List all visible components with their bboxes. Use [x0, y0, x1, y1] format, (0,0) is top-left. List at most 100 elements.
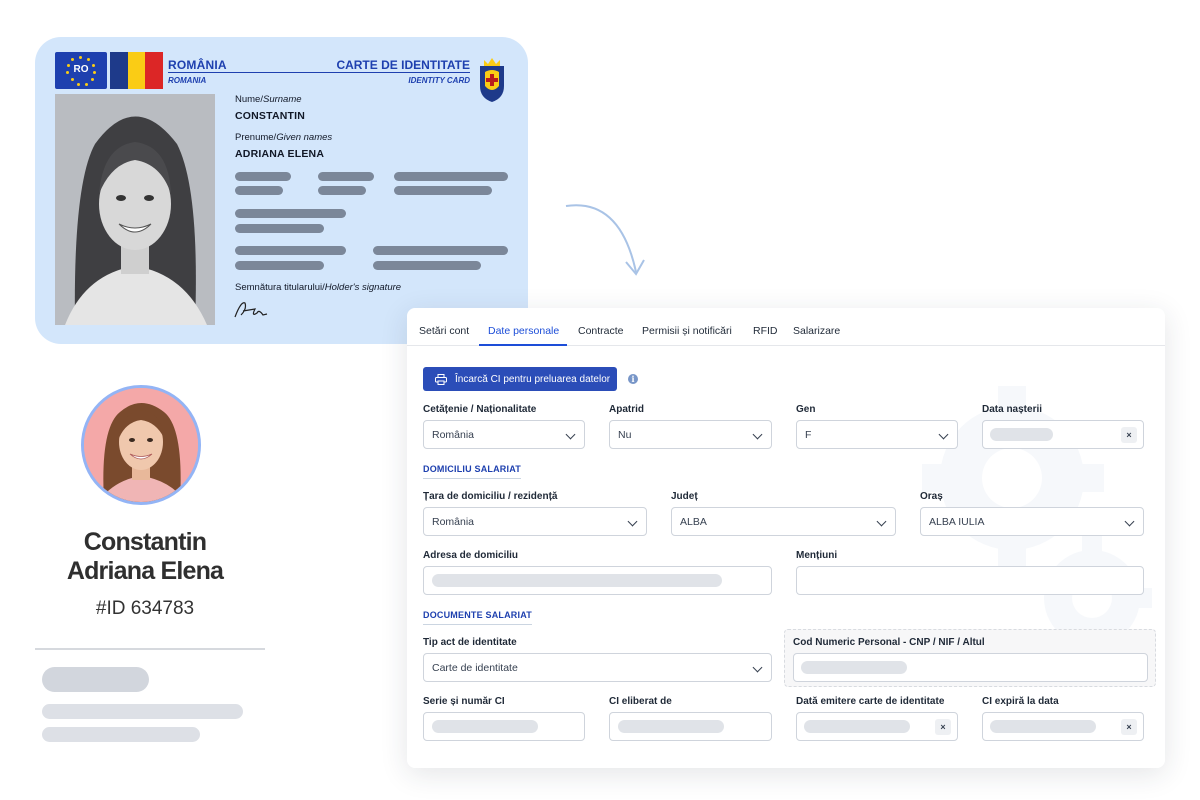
issued-by-label: CI eliberat de — [609, 696, 672, 707]
tab-personal-data[interactable]: Date personale — [488, 325, 559, 337]
issued-by-input[interactable] — [609, 712, 772, 741]
redacted-bar — [394, 172, 508, 181]
redacted-value — [804, 720, 910, 733]
coat-of-arms-icon — [480, 58, 504, 102]
chevron-down-icon — [938, 429, 949, 440]
tab-bar: Setări cont Date personale Contracte Per… — [407, 308, 1165, 346]
employee-form-panel: Setări cont Date personale Contracte Per… — [407, 308, 1165, 768]
profile-name: Constantin Adriana Elena — [20, 528, 270, 586]
chevron-down-icon — [565, 429, 576, 440]
redacted-value — [618, 720, 724, 733]
given-names-value: ADRIANA ELENA — [235, 148, 325, 160]
stateless-select[interactable]: Nu — [609, 420, 772, 449]
profile-divider — [35, 648, 265, 650]
profile-name-line1: Constantin — [83, 528, 207, 556]
printer-icon — [435, 373, 447, 385]
city-select[interactable]: ALBA IULIA — [920, 507, 1144, 536]
id-photo — [55, 94, 215, 325]
tab-payroll[interactable]: Salarizare — [793, 325, 840, 337]
id-type-value: Carte de identitate — [432, 661, 518, 674]
tab-contracts[interactable]: Contracte — [578, 325, 624, 337]
issue-date-label: Dată emitere carte de identitate — [796, 696, 945, 707]
clear-icon[interactable]: × — [935, 719, 951, 735]
redacted-bar — [235, 186, 283, 195]
upload-id-button-label: Încarcă CI pentru preluarea datelor — [455, 373, 611, 385]
romania-flag-icon — [110, 52, 164, 89]
redacted-bar — [373, 261, 481, 270]
info-icon[interactable]: i — [628, 374, 638, 384]
card-country: ROMÂNIA — [168, 58, 227, 72]
redacted-bar — [235, 209, 346, 218]
gender-label: Gen — [796, 404, 816, 415]
chevron-down-icon — [752, 429, 763, 440]
surname-value: CONSTANTIN — [235, 110, 306, 122]
address-label: Adresa de domiciliu — [423, 550, 519, 561]
city-label: Oraș — [920, 491, 943, 502]
redacted-bar — [394, 186, 492, 195]
notes-label: Mențiuni — [796, 550, 838, 561]
section-documents: DOCUMENTE SALARIAT — [423, 610, 532, 625]
signature-icon — [234, 302, 268, 318]
eu-flag-icon: RO — [55, 52, 107, 89]
expiry-date-input[interactable]: × — [982, 712, 1144, 741]
county-select[interactable]: ALBA — [671, 507, 896, 536]
citizenship-value: România — [432, 428, 475, 441]
residence-country-select[interactable]: România — [423, 507, 647, 536]
redacted-bar — [235, 261, 324, 270]
redacted-value — [801, 661, 907, 674]
card-header-divider — [168, 72, 470, 73]
id-card: RO ROMÂNIA ROMANIA CARTE DE IDENTITATE I… — [35, 37, 528, 344]
arrow-icon — [565, 204, 645, 276]
redacted-bar — [235, 172, 291, 181]
redacted-value — [432, 720, 538, 733]
redacted-value — [432, 574, 722, 587]
chevron-down-icon — [876, 516, 887, 527]
county-value: ALBA — [680, 515, 707, 528]
residence-country-value: România — [432, 515, 475, 528]
skeleton-line — [42, 727, 200, 742]
stage: RO ROMÂNIA ROMANIA CARTE DE IDENTITATE I… — [0, 0, 1200, 800]
tab-rfid[interactable]: RFID — [753, 325, 778, 337]
citizenship-label: Cetățenie / Naționalitate — [423, 404, 537, 415]
tab-account-settings[interactable]: Setări cont — [419, 325, 469, 337]
id-type-label: Tip act de identitate — [423, 637, 517, 648]
cnp-label: Cod Numeric Personal - CNP / NIF / Altul — [793, 637, 985, 648]
stateless-label: Apatrid — [609, 404, 644, 415]
city-value: ALBA IULIA — [929, 515, 985, 528]
redacted-bar — [373, 246, 508, 255]
redacted-value — [990, 720, 1096, 733]
given-names-label: Prenume/Given names — [235, 132, 333, 143]
county-label: Județ — [671, 491, 698, 502]
clear-icon[interactable]: × — [1121, 427, 1137, 443]
notes-input[interactable] — [796, 566, 1144, 595]
citizenship-select[interactable]: România — [423, 420, 585, 449]
redacted-value — [990, 428, 1053, 441]
redacted-bar — [318, 172, 374, 181]
upload-id-button[interactable]: Încarcă CI pentru preluarea datelor — [423, 367, 617, 391]
redacted-bar — [235, 246, 346, 255]
series-input[interactable] — [423, 712, 585, 741]
gender-value: F — [805, 428, 812, 441]
profile-id: #ID 634783 — [95, 598, 195, 619]
chevron-down-icon — [627, 516, 638, 527]
gender-select[interactable]: F — [796, 420, 958, 449]
section-domicile: DOMICILIU SALARIAT — [423, 464, 521, 479]
series-label: Serie și număr CI — [423, 696, 505, 707]
signature-label: Semnătura titularului/Holder's signature — [235, 282, 402, 293]
chevron-down-icon — [752, 662, 763, 673]
issue-date-input[interactable]: × — [796, 712, 958, 741]
skeleton-pill — [42, 667, 149, 692]
id-type-select[interactable]: Carte de identitate — [423, 653, 772, 682]
cnp-input[interactable] — [793, 653, 1148, 682]
clear-icon[interactable]: × — [1121, 719, 1137, 735]
address-input[interactable] — [423, 566, 772, 595]
redacted-bar — [235, 224, 324, 233]
skeleton-line — [42, 704, 243, 719]
avatar — [81, 385, 201, 505]
birthdate-input[interactable]: × — [982, 420, 1144, 449]
expiry-label: CI expiră la data — [982, 696, 1059, 707]
birthdate-label: Data nașterii — [982, 404, 1043, 415]
card-country-sub: ROMANIA — [168, 76, 207, 85]
tab-permissions[interactable]: Permisii și notificări — [642, 325, 732, 337]
card-type: CARTE DE IDENTITATE — [336, 58, 470, 72]
